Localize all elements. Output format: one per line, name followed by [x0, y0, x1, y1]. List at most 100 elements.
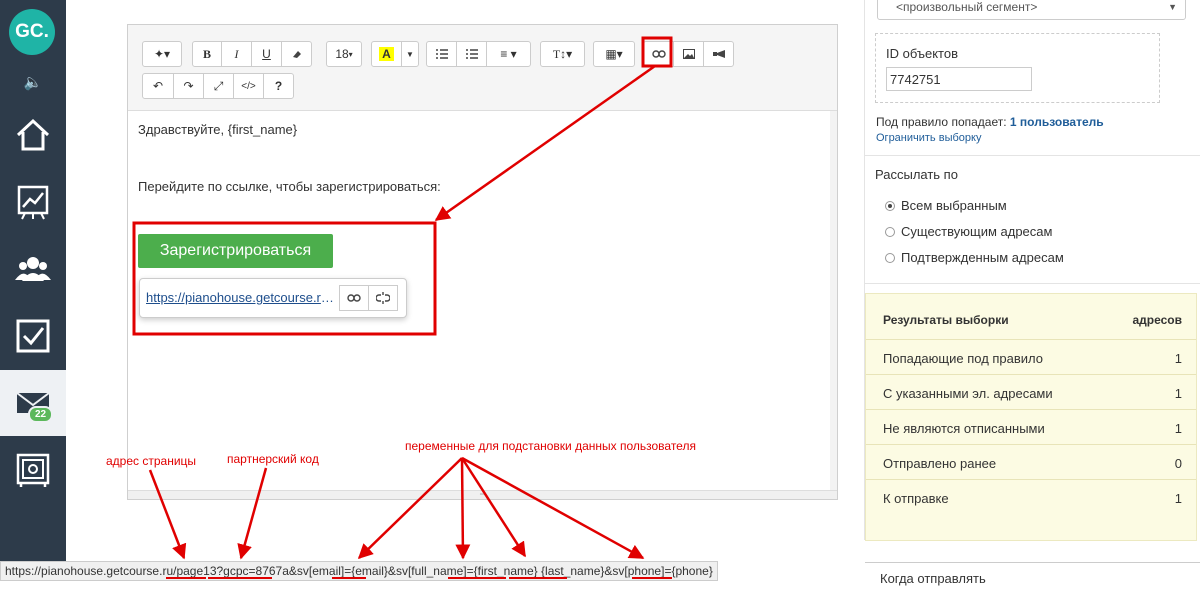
insert-video-button[interactable]	[703, 41, 734, 67]
radio-indicator[interactable]	[885, 200, 895, 211]
expand-icon: ⤢	[213, 78, 224, 93]
unlink-button[interactable]	[368, 285, 398, 311]
results-row-value: 1	[1174, 421, 1182, 436]
results-row: Попадающие под правило 1	[866, 339, 1196, 375]
font-size-caret: ▾	[348, 49, 353, 59]
eraser-button[interactable]	[281, 41, 312, 67]
checkbox-icon	[16, 319, 50, 353]
results-row-label: К отправке	[883, 491, 949, 506]
results-row-label: С указанными эл. адресами	[883, 386, 1053, 401]
bold-button[interactable]: B	[192, 41, 222, 67]
numbered-list-icon	[465, 49, 478, 59]
nav-home[interactable]	[0, 102, 66, 168]
editor-toolbar: ✦▾ B I U 18 ▾ A ▼ ≡ ▾ T↕▾ ▦▾ ↶ ↷ ⤢ </> ?	[128, 25, 837, 111]
unread-badge: 22	[28, 406, 54, 423]
rule-count[interactable]: 1 пользователь	[1010, 115, 1104, 129]
font-size-dropdown[interactable]: 18 ▾	[326, 41, 362, 67]
editor-scrollbar[interactable]	[830, 111, 837, 491]
object-ids-input[interactable]	[886, 67, 1032, 91]
table-dropdown[interactable]: ▦▾	[593, 41, 635, 67]
chart-icon	[17, 185, 49, 220]
results-row-value: 1	[1174, 386, 1182, 401]
results-row-label: Попадающие под правило	[883, 351, 1044, 366]
editor-resize-handle[interactable]: ═	[128, 490, 837, 499]
radio-existing-addresses[interactable]: Существующим адресам	[885, 224, 1052, 239]
text-color-button[interactable]: A	[371, 41, 402, 67]
nav-tasks[interactable]	[0, 303, 66, 369]
bullet-list-icon	[435, 49, 448, 59]
eraser-icon	[292, 51, 301, 58]
text-color-dropdown[interactable]: ▼	[401, 41, 419, 67]
results-title: Результаты выборки	[883, 313, 1009, 327]
insert-link-button[interactable]	[643, 41, 674, 67]
greeting-text: Здравствуйте, {first_name}	[138, 122, 298, 137]
divider	[865, 283, 1200, 284]
limit-selection-link[interactable]: Ограничить выборку	[876, 132, 981, 144]
insert-image-button[interactable]	[673, 41, 704, 67]
italic-button[interactable]: I	[221, 41, 252, 67]
video-icon	[712, 50, 725, 58]
magic-wand-icon: ✦▾	[153, 47, 171, 61]
line-height-dropdown[interactable]: T↕▾	[540, 41, 585, 67]
help-button[interactable]: ?	[263, 73, 294, 99]
status-bar-url: https://pianohouse.getcourse.ru/page13?g…	[0, 561, 718, 581]
redo-icon: ↷	[183, 79, 194, 93]
link-icon	[347, 294, 361, 302]
code-view-button[interactable]: </>	[233, 73, 264, 99]
redo-button[interactable]: ↷	[173, 73, 204, 99]
font-size-value: 18	[335, 47, 349, 61]
results-row-value: 0	[1174, 456, 1182, 471]
undo-button[interactable]: ↶	[142, 73, 174, 99]
edit-link-button[interactable]	[339, 285, 369, 311]
segment-select-value: <произвольный сегмент>	[896, 0, 1038, 14]
app-logo[interactable]: GC.	[9, 9, 55, 55]
link-url[interactable]: https://pianohouse.getcourse.ru/page13?g…	[146, 290, 334, 305]
selection-results: Результаты выборки адресов Попадающие по…	[865, 293, 1197, 541]
safe-icon	[16, 453, 50, 487]
undo-icon: ↶	[152, 79, 164, 93]
underline-button[interactable]: U	[251, 41, 282, 67]
nav-messages[interactable]: 22	[0, 370, 66, 436]
results-row-label: Отправлено ранее	[883, 456, 997, 471]
announcement-icon[interactable]: 🔈	[0, 68, 66, 98]
nav-statistics[interactable]	[0, 169, 66, 235]
radio-indicator[interactable]	[885, 226, 895, 237]
annotation-variables: переменные для подстановки данных пользо…	[405, 439, 696, 453]
radio-confirmed-addresses[interactable]: Подтвержденным адресам	[885, 250, 1064, 265]
radio-label: Существующим адресам	[901, 224, 1053, 239]
instruction-text: Перейдите по ссылке, чтобы зарегистриров…	[138, 179, 441, 194]
register-button[interactable]: Зарегистрироваться	[138, 234, 333, 268]
unlink-icon	[376, 292, 390, 304]
send-time-section: Когда отправлять	[865, 562, 1200, 593]
line-height-icon: T↕▾	[552, 46, 573, 61]
numbered-list-button[interactable]	[456, 41, 487, 67]
link-popover: https://pianohouse.getcourse.ru/page13?g…	[139, 278, 407, 318]
magic-style-button[interactable]: ✦▾	[142, 41, 182, 67]
align-dropdown[interactable]: ≡ ▾	[486, 41, 531, 67]
image-icon	[682, 49, 695, 59]
annotation-page-address: адрес страницы	[106, 454, 197, 468]
users-icon	[15, 257, 51, 281]
results-row: С указанными эл. адресами 1	[866, 374, 1196, 410]
code-icon: </>	[241, 80, 256, 92]
fullscreen-button[interactable]: ⤢	[203, 73, 234, 99]
radio-indicator[interactable]	[885, 252, 895, 263]
italic-icon: I	[234, 46, 239, 61]
results-row: Отправлено ранее 0	[866, 444, 1196, 480]
results-row: Не являются отписанными 1	[866, 409, 1196, 445]
send-to-label: Рассылать по	[875, 167, 958, 182]
help-icon: ?	[274, 79, 283, 93]
divider	[865, 155, 1200, 156]
results-column-header: адресов	[1132, 313, 1182, 327]
rule-info: Под правило попадает: 1 пользователь	[876, 115, 1104, 129]
bullet-list-button[interactable]	[426, 41, 457, 67]
results-row-value: 1	[1174, 491, 1182, 506]
radio-all-selected[interactable]: Всем выбранным	[885, 198, 1007, 213]
chevron-down-icon: ▼	[1168, 2, 1177, 12]
segment-select[interactable]: <произвольный сегмент> ▼	[877, 0, 1186, 20]
results-row: К отправке 1	[866, 479, 1196, 515]
object-ids-label: ID объектов	[886, 46, 958, 61]
bold-icon: B	[202, 46, 211, 61]
nav-settings[interactable]	[0, 437, 66, 503]
nav-users[interactable]	[0, 236, 66, 302]
